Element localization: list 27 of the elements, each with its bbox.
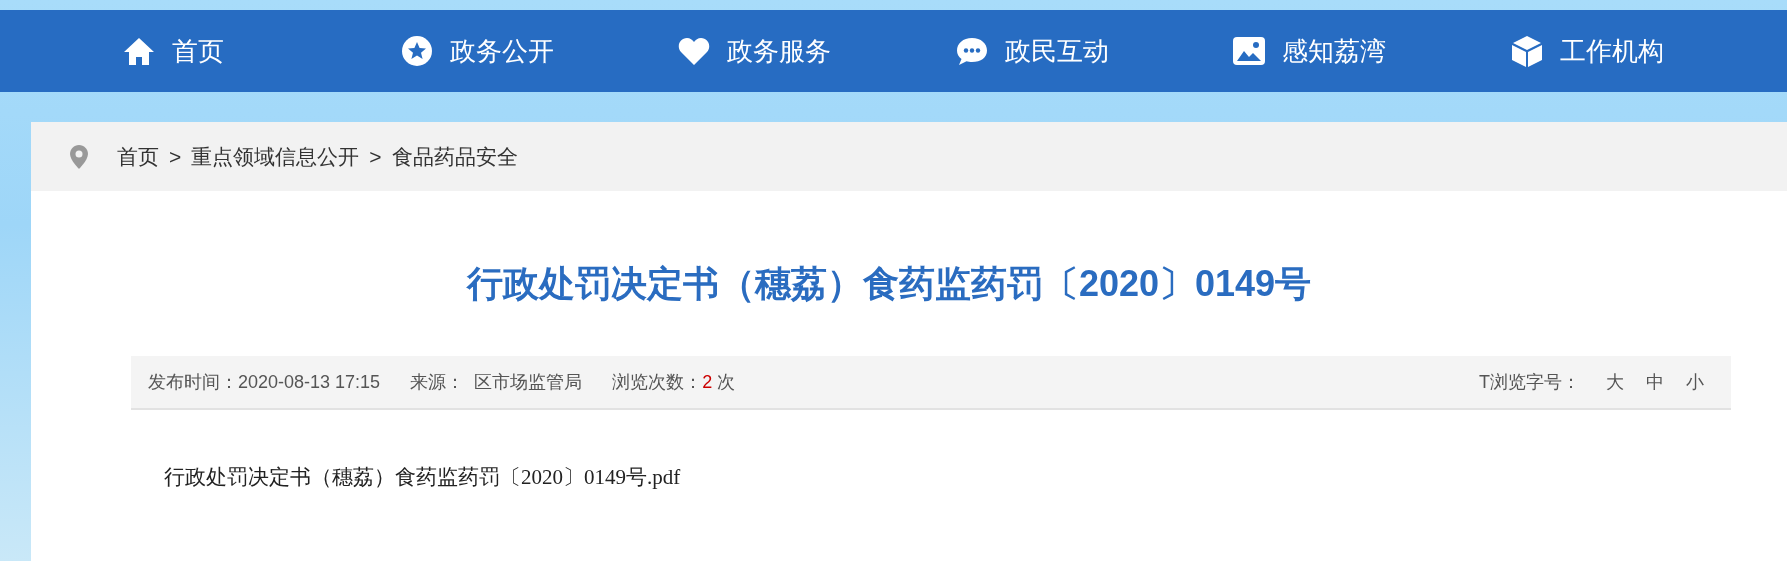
nav-item[interactable]: 政民互动 [954,31,1232,71]
nav-item[interactable]: 工作机构 [1509,31,1787,71]
breadcrumb-link[interactable]: 重点领域信息公开 [191,140,360,173]
views-unit: 次 [717,370,736,394]
publish-date: 2020-08-13 17:15 [238,370,381,394]
breadcrumb-link[interactable]: 食品药品安全 [391,140,518,173]
breadcrumb-link[interactable]: 首页 [117,140,159,173]
source-label: 来源： [410,370,465,394]
nav-item[interactable]: 首页 [122,31,400,71]
views-label: 浏览次数： [612,370,703,394]
nav-item[interactable]: 感知荔湾 [1232,31,1510,71]
views-count: 2 [702,370,713,394]
font-size-link[interactable]: 中 [1646,368,1664,396]
cube-icon [1509,34,1544,68]
attachment-link[interactable]: 行政处罚决定书（穗荔）食药监药罚〔2020〕0149号.pdf [164,462,681,494]
font-size-link[interactable]: 大 [1606,368,1624,396]
font-size-label: T浏览字号： [1479,370,1580,394]
location-pin-icon [69,143,89,170]
article-title: 行政处罚决定书（穗荔）食药监药罚〔2020〕0149号 [465,262,1313,306]
nav-item[interactable]: 政务公开 [399,31,677,71]
font-size-link[interactable]: 小 [1686,368,1704,396]
source-value: 区市场监管局 [474,370,583,394]
image-icon [1232,34,1266,68]
nav-item[interactable]: 政务服务 [677,31,955,71]
breadcrumb-separator: > [369,143,382,170]
publish-label: 发布时间： [148,370,238,394]
breadcrumb-separator: > [169,143,182,170]
